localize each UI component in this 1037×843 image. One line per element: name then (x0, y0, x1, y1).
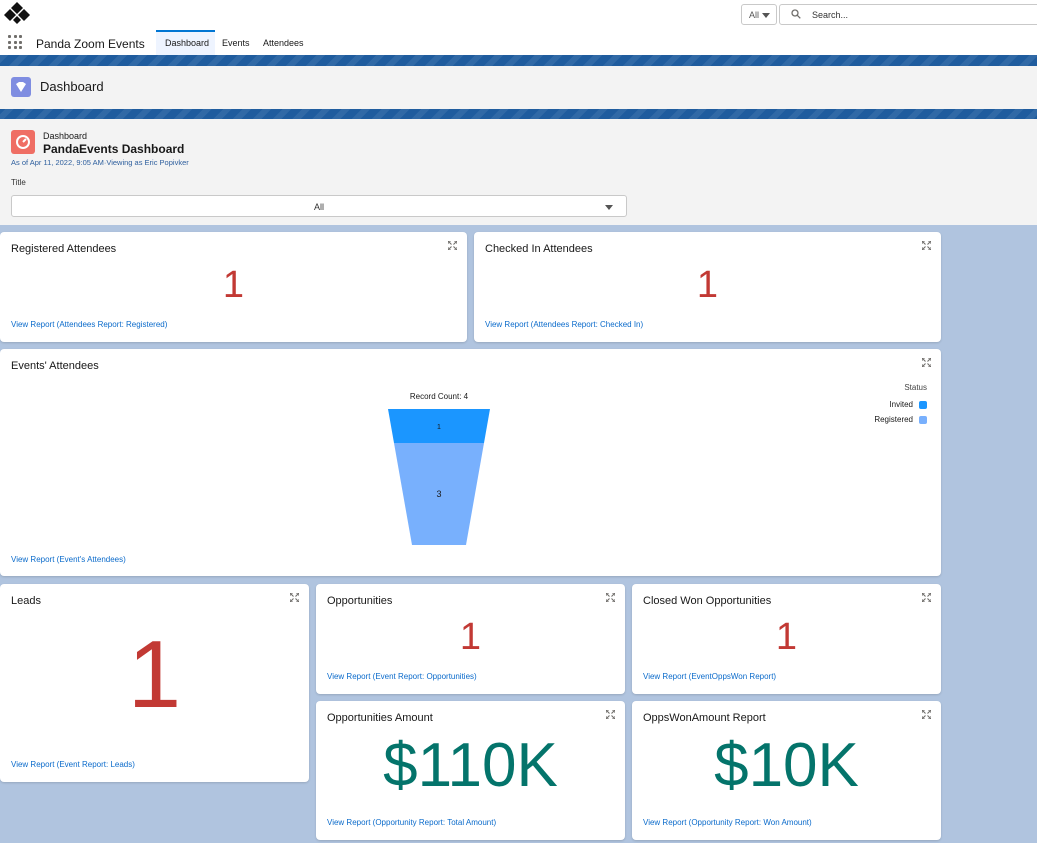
search-scope-label: All (749, 10, 760, 20)
funnel-chart: Record Count: 4 1 3 (388, 392, 490, 545)
filter-label: Title (11, 178, 26, 187)
expand-icon[interactable] (922, 241, 931, 250)
view-report-link[interactable]: View Report (EventOppsWon Report) (643, 672, 776, 681)
funnel-data-label: 3 (436, 489, 441, 499)
search-input[interactable]: Search... (779, 4, 1037, 25)
funnel-data-label: 1 (437, 424, 441, 431)
metric-value: $10K (714, 731, 859, 800)
expand-icon[interactable] (606, 710, 615, 719)
tab-events[interactable]: Events (222, 30, 250, 55)
metric-value: 1 (696, 264, 719, 306)
card-title: Leads (11, 595, 41, 607)
card-checked-in-attendees: Checked In Attendees 1 View Report (Atte… (474, 232, 941, 342)
expand-icon[interactable] (290, 593, 299, 602)
chart-title: Record Count: 4 (410, 392, 469, 401)
card-title: Checked In Attendees (485, 243, 593, 255)
page-header: Dashboard (0, 66, 1037, 109)
search-scope-select[interactable]: All (741, 4, 777, 25)
search-icon (791, 9, 801, 19)
dashboard-gauge-icon (11, 130, 35, 154)
legend-item-registered: Registered (874, 415, 927, 424)
dashboard-icon (11, 77, 31, 97)
filter-value: All (313, 202, 324, 212)
chevron-down-icon (762, 13, 770, 18)
app-logo-icon[interactable] (4, 2, 30, 26)
title-filter-select[interactable]: All (11, 195, 627, 217)
tab-attendees[interactable]: Attendees (263, 30, 304, 55)
view-report-link[interactable]: View Report (Event Report: Leads) (11, 760, 135, 769)
view-report-link[interactable]: View Report (Event's Attendees) (11, 555, 126, 564)
app-name: Panda Zoom Events (36, 37, 145, 51)
card-opps-won-amount: OppsWonAmount Report $10K View Report (O… (632, 701, 941, 840)
view-report-link[interactable]: View Report (Attendees Report: Checked I… (485, 320, 643, 329)
metric-value: $110K (383, 731, 558, 800)
expand-icon[interactable] (448, 241, 457, 250)
app-launcher-icon[interactable] (8, 35, 22, 49)
metric-value: 1 (459, 616, 482, 658)
legend-label: Registered (874, 415, 913, 424)
dashboard-object-label: Dashboard (43, 131, 88, 141)
card-title: Registered Attendees (11, 243, 117, 255)
view-report-link[interactable]: View Report (Opportunity Report: Total A… (327, 818, 496, 827)
card-registered-attendees: Registered Attendees 1 View Report (Atte… (0, 232, 467, 342)
card-title: Closed Won Opportunities (643, 595, 772, 607)
metric-value: 1 (222, 264, 245, 306)
legend-label: Invited (889, 400, 913, 409)
app-navigation: Panda Zoom Events Dashboard Events Atten… (0, 30, 1037, 55)
dashboard-name: PandaEvents Dashboard (43, 142, 185, 156)
dashboard-panel: Dashboard PandaEvents Dashboard As of Ap… (0, 119, 1037, 225)
view-report-link[interactable]: View Report (Event Report: Opportunities… (327, 672, 477, 681)
card-title: OppsWonAmount Report (643, 712, 766, 724)
legend-swatch (919, 400, 927, 409)
card-events-attendees: Events' Attendees Record Count: 4 13 Sta… (0, 349, 941, 576)
search-placeholder: Search... (812, 10, 849, 20)
card-opportunities-amount: Opportunities Amount $110K View Report (… (316, 701, 625, 840)
chevron-down-icon (605, 205, 613, 210)
view-report-link[interactable]: View Report (Opportunity Report: Won Amo… (643, 818, 812, 827)
view-report-link[interactable]: View Report (Attendees Report: Registere… (11, 320, 167, 329)
card-opportunities: Opportunities 1 View Report (Event Repor… (316, 584, 625, 694)
expand-icon[interactable] (922, 710, 931, 719)
expand-icon[interactable] (606, 593, 615, 602)
metric-value: 1 (775, 616, 798, 658)
legend-title: Status (904, 383, 927, 392)
card-title: Opportunities (327, 595, 393, 607)
expand-icon[interactable] (922, 593, 931, 602)
legend-swatch (919, 415, 927, 424)
card-title: Opportunities Amount (327, 712, 433, 724)
legend-item-invited: Invited (889, 400, 927, 409)
card-closed-won-opportunities: Closed Won Opportunities 1 View Report (… (632, 584, 941, 694)
global-header: All Search... (0, 0, 1037, 30)
card-leads: Leads 1 View Report (Event Report: Leads… (0, 584, 309, 782)
dashboard-meta: As of Apr 11, 2022, 9:05 AM·Viewing as E… (11, 158, 189, 167)
tab-dashboard[interactable]: Dashboard (156, 30, 215, 55)
page-title: Dashboard (40, 79, 104, 94)
metric-value: 1 (127, 621, 182, 728)
